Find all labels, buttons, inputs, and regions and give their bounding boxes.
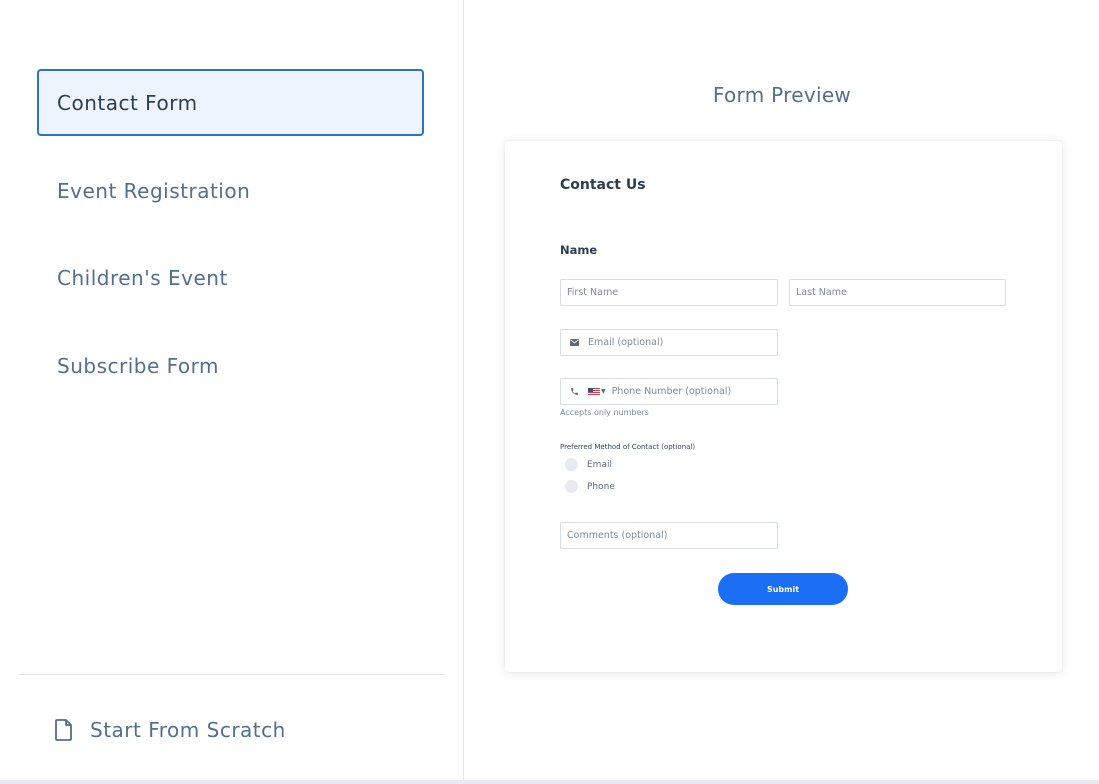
- template-label: Children's Event: [57, 265, 228, 290]
- comments-placeholder: Comments (optional): [567, 530, 668, 541]
- template-sidebar: Contact Form Event Registration Children…: [0, 0, 464, 780]
- radio-option-phone[interactable]: Phone: [565, 480, 615, 493]
- email-placeholder: Email (optional): [588, 337, 664, 348]
- form-preview-card: Contact Us Name First Name Last Name Ema…: [505, 141, 1062, 672]
- last-name-input[interactable]: Last Name: [789, 279, 1006, 306]
- phone-icon: [570, 387, 582, 396]
- sidebar-divider: [18, 674, 444, 675]
- start-from-scratch-button[interactable]: Start From Scratch: [55, 710, 286, 750]
- bottom-scrollbar-track: [0, 780, 1099, 784]
- radio-button[interactable]: [565, 480, 578, 493]
- template-label: Contact Form: [57, 90, 198, 115]
- template-label: Subscribe Form: [57, 353, 219, 378]
- preview-title: Form Preview: [712, 83, 852, 107]
- submit-label: Submit: [766, 584, 800, 594]
- first-name-input[interactable]: First Name: [560, 279, 778, 306]
- comments-input[interactable]: Comments (optional): [560, 522, 778, 549]
- radio-label: Email: [587, 459, 612, 470]
- template-label: Event Registration: [57, 178, 251, 203]
- radio-label: Phone: [587, 481, 615, 492]
- us-flag-icon[interactable]: ▼: [588, 388, 606, 395]
- template-subscribe-form[interactable]: Subscribe Form: [37, 332, 424, 399]
- first-name-placeholder: First Name: [567, 287, 619, 298]
- email-input[interactable]: Email (optional): [560, 329, 778, 356]
- phone-helper-text: Accepts only numbers: [560, 408, 649, 417]
- phone-input[interactable]: ▼ Phone Number (optional): [560, 378, 778, 405]
- name-label: Name: [560, 243, 598, 257]
- template-event-registration[interactable]: Event Registration: [37, 157, 424, 224]
- phone-placeholder: Phone Number (optional): [611, 386, 732, 397]
- template-contact-form[interactable]: Contact Form: [37, 69, 424, 136]
- envelope-icon: [570, 339, 582, 346]
- last-name-placeholder: Last Name: [796, 287, 847, 298]
- radio-button[interactable]: [565, 458, 578, 471]
- template-childrens-event[interactable]: Children's Event: [37, 244, 424, 311]
- submit-button[interactable]: Submit: [718, 573, 848, 605]
- radio-option-email[interactable]: Email: [565, 458, 612, 471]
- document-icon: [55, 719, 73, 741]
- chevron-down-icon: ▼: [601, 388, 606, 395]
- preferred-contact-label: Preferred Method of Contact (optional): [560, 443, 696, 451]
- start-from-scratch-label: Start From Scratch: [90, 718, 286, 742]
- form-heading: Contact Us: [560, 177, 646, 193]
